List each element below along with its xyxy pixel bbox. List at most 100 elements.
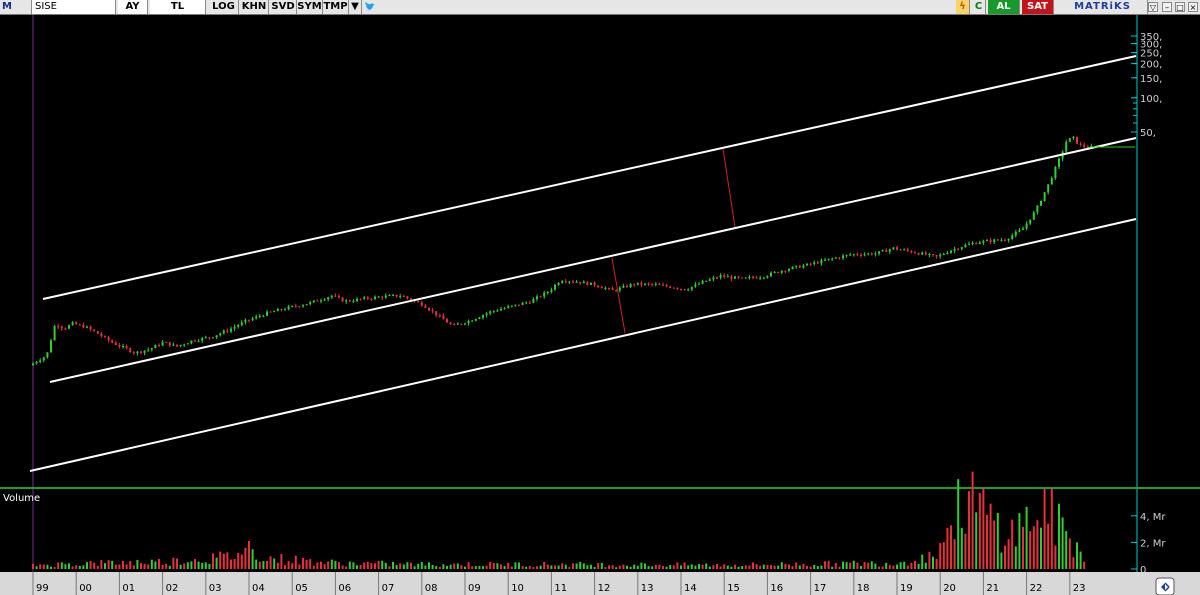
volume-bar <box>1018 513 1021 569</box>
candle-body <box>1018 229 1021 232</box>
candle-body <box>449 322 452 325</box>
candle-body <box>759 277 762 279</box>
volume-bar <box>1040 527 1042 569</box>
candle-body <box>510 305 513 307</box>
volume-bar <box>777 565 780 569</box>
volume-bar <box>1068 538 1071 569</box>
candle-body <box>489 311 492 314</box>
candle-body <box>863 254 866 256</box>
time-axis-label: 19 <box>900 583 913 594</box>
volume-bar <box>240 554 243 569</box>
volume-bar <box>971 471 974 569</box>
time-axis-label: 06 <box>338 583 351 594</box>
chart-background <box>0 15 1200 595</box>
candle-body <box>82 324 85 328</box>
candle-body <box>323 299 326 301</box>
volume-bar <box>201 563 204 569</box>
candle-body <box>960 247 963 250</box>
candle-body <box>629 284 632 288</box>
volume-bar <box>140 563 142 569</box>
volume-bar <box>899 562 902 569</box>
volume-bar <box>273 558 276 569</box>
candle-body <box>291 305 294 307</box>
volume-bar <box>172 557 175 569</box>
volume-bar <box>554 565 556 569</box>
volume-bar <box>438 566 441 569</box>
volume-bar <box>597 562 600 569</box>
volume-bar <box>964 533 967 569</box>
candle-body <box>402 296 405 298</box>
candle-body <box>986 240 988 242</box>
volume-bar <box>536 566 538 569</box>
candle-body <box>640 282 643 285</box>
volume-bar <box>165 563 168 569</box>
time-axis-label: 10 <box>511 583 524 594</box>
volume-bar <box>251 549 254 569</box>
volume-bar <box>302 557 304 569</box>
volume-bar <box>388 566 391 569</box>
candle-body <box>42 357 45 361</box>
volume-bar <box>910 562 913 569</box>
candle-body <box>316 300 319 302</box>
candle-body <box>100 333 103 337</box>
price-axis-label: 50, <box>1140 128 1156 139</box>
candle-body <box>298 306 301 308</box>
candle-body <box>716 277 718 279</box>
volume-bar <box>327 561 330 569</box>
volume-bar <box>633 564 636 569</box>
volume-bar <box>586 565 589 569</box>
volume-bar <box>417 563 420 569</box>
time-axis-label: 22 <box>1030 583 1043 594</box>
candle-body <box>878 251 880 254</box>
candle-body <box>330 295 333 298</box>
candle-body <box>795 265 798 267</box>
candle-body <box>946 252 949 254</box>
volume-bar <box>557 565 560 569</box>
candle-body <box>46 352 49 358</box>
candle-body <box>233 326 236 329</box>
volume-bar <box>381 560 384 569</box>
volume-bar <box>1014 546 1017 569</box>
candle-body <box>993 239 996 242</box>
candle-body <box>982 240 985 243</box>
candle-body <box>896 247 898 250</box>
time-axis-label: 08 <box>425 583 438 594</box>
volume-bar <box>701 564 704 569</box>
volume-bar <box>136 559 139 569</box>
candle-body <box>395 294 398 297</box>
candle-body <box>788 269 790 271</box>
candle-body <box>230 328 232 332</box>
volume-bar <box>939 543 942 569</box>
candle-body <box>885 250 888 252</box>
volume-bar <box>532 567 535 569</box>
candle-body <box>320 300 322 302</box>
volume-bar <box>791 566 794 569</box>
volume-bar <box>456 563 459 569</box>
scroll-icon[interactable] <box>1155 577 1175 595</box>
candle-body <box>147 349 150 351</box>
volume-bar <box>827 560 830 569</box>
volume-bar <box>341 565 344 569</box>
candle-body <box>845 254 848 256</box>
candle-body <box>302 305 304 307</box>
volume-bar <box>921 554 924 569</box>
volume-bar <box>1050 488 1053 569</box>
candle-body <box>86 326 88 328</box>
time-axis-label: 03 <box>209 583 222 594</box>
candle-body <box>604 288 607 290</box>
chart-area[interactable]: 350,300,250,200,150,100,50, Volume 4, Mr… <box>0 0 1200 595</box>
volume-bar <box>50 566 52 569</box>
volume-bar <box>420 562 423 569</box>
volume-bar <box>323 564 326 569</box>
volume-bar <box>118 564 121 569</box>
volume-bar <box>1025 506 1028 569</box>
volume-bar <box>636 565 639 569</box>
candle-body <box>856 254 859 256</box>
candle-body <box>35 362 38 364</box>
candle-body <box>122 346 124 348</box>
volume-bar <box>824 561 826 569</box>
volume-bar <box>154 561 157 569</box>
candle-body <box>420 302 423 306</box>
candle-body <box>978 242 981 245</box>
volume-bar <box>788 564 790 569</box>
